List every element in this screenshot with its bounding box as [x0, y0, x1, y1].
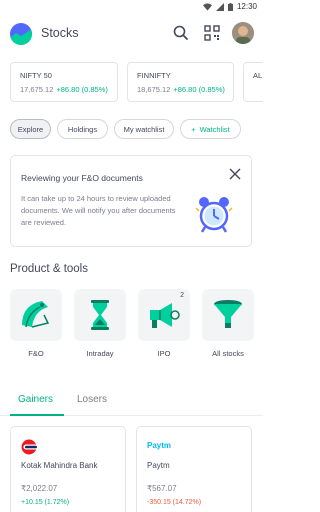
close-icon[interactable] — [229, 168, 241, 180]
index-name: FINNIFTY — [137, 71, 171, 80]
fno-icon — [22, 301, 50, 328]
avatar[interactable] — [232, 22, 254, 44]
tool-all-stocks[interactable] — [202, 289, 254, 341]
tool-label: All stocks — [212, 349, 244, 358]
chip-add-watchlist[interactable]: + Watchlist — [180, 119, 241, 139]
status-bar: 12:30 — [0, 0, 263, 14]
user-photo-icon — [232, 22, 254, 44]
stock-change: -350.15 (14.72%) — [147, 499, 202, 506]
tool-label: F&O — [28, 349, 44, 358]
paytm-logo-icon: Paytm — [147, 441, 172, 450]
chip-my-watchlist[interactable]: My watchlist — [114, 119, 174, 139]
stock-name: Kotak Mahindra Bank — [21, 461, 98, 470]
tool-fno[interactable] — [10, 289, 62, 341]
battery-icon — [227, 2, 233, 11]
groww-logo-icon — [10, 23, 32, 45]
stock-price: ₹2,022.07 — [21, 484, 58, 493]
stock-card-paytm[interactable]: Paytm Paytm ₹567.07 -350.15 (14.72%) — [136, 426, 252, 512]
wifi-icon — [202, 2, 212, 11]
plus-icon: + — [191, 124, 196, 134]
banner-body: It can take up to 24 hours to review upl… — [21, 194, 176, 227]
status-time: 12:30 — [236, 2, 257, 11]
app-header: Stocks — [0, 14, 263, 54]
stock-change: +10.15 (1.72%) — [21, 499, 70, 506]
products-section-title: Product & tools — [10, 263, 88, 275]
search-icon[interactable] — [172, 24, 190, 42]
index-value: 18,675.12 — [137, 85, 171, 94]
tool-label: IPO — [157, 349, 171, 358]
stock-name: Paytm — [147, 461, 170, 470]
tool-label: Intraday — [86, 349, 114, 358]
index-value: 17,675.12 — [20, 85, 54, 94]
indices-strip[interactable]: NIFTY 50 17,675.12 +86.80 (0.85%) FINNIFT… — [10, 62, 263, 103]
page-title: Stocks — [41, 26, 79, 40]
index-name: NIFTY 50 — [20, 71, 52, 80]
kotak-logo-icon — [21, 439, 39, 455]
ipo-megaphone-icon — [150, 303, 180, 328]
index-change: +86.80 (0.85%) — [173, 85, 225, 94]
index-change: +86.80 (0.85%) — [56, 85, 108, 94]
stock-card-kotak[interactable]: Kotak Mahindra Bank ₹2,022.07 +10.15 (1.… — [10, 426, 126, 512]
tool-ipo[interactable]: 2 — [138, 289, 190, 341]
index-name: AL — [253, 71, 263, 80]
index-card-partial[interactable]: AL — [243, 62, 263, 102]
chip-explore[interactable]: Explore — [10, 119, 51, 139]
tab-losers[interactable]: Losers — [77, 394, 107, 405]
qr-scan-icon[interactable] — [203, 24, 221, 42]
banner-title: Reviewing your F&O documents — [21, 173, 143, 183]
ipo-badge: 2 — [180, 292, 184, 299]
hourglass-icon — [91, 300, 109, 330]
index-card-nifty50[interactable]: NIFTY 50 17,675.12 +86.80 (0.85%) — [10, 62, 118, 102]
chip-label: Watchlist — [199, 124, 230, 134]
fno-review-banner: Reviewing your F&O documents It can take… — [10, 155, 252, 247]
stock-price: ₹567.07 — [147, 484, 177, 493]
tab-gainers[interactable]: Gainers — [18, 394, 53, 405]
tool-intraday[interactable] — [74, 289, 126, 341]
gainers-losers-tabs: Gainers Losers — [0, 384, 263, 416]
funnel-icon — [214, 300, 242, 328]
active-tab-indicator — [10, 414, 64, 416]
chip-holdings[interactable]: Holdings — [57, 119, 108, 139]
signal-icon — [215, 2, 224, 11]
alarm-clock-icon — [195, 197, 233, 233]
filter-chips: Explore Holdings My watchlist + Watchlis… — [10, 119, 263, 139]
index-card-finnifty[interactable]: FINNIFTY 18,675.12 +86.80 (0.85%) — [127, 62, 234, 102]
